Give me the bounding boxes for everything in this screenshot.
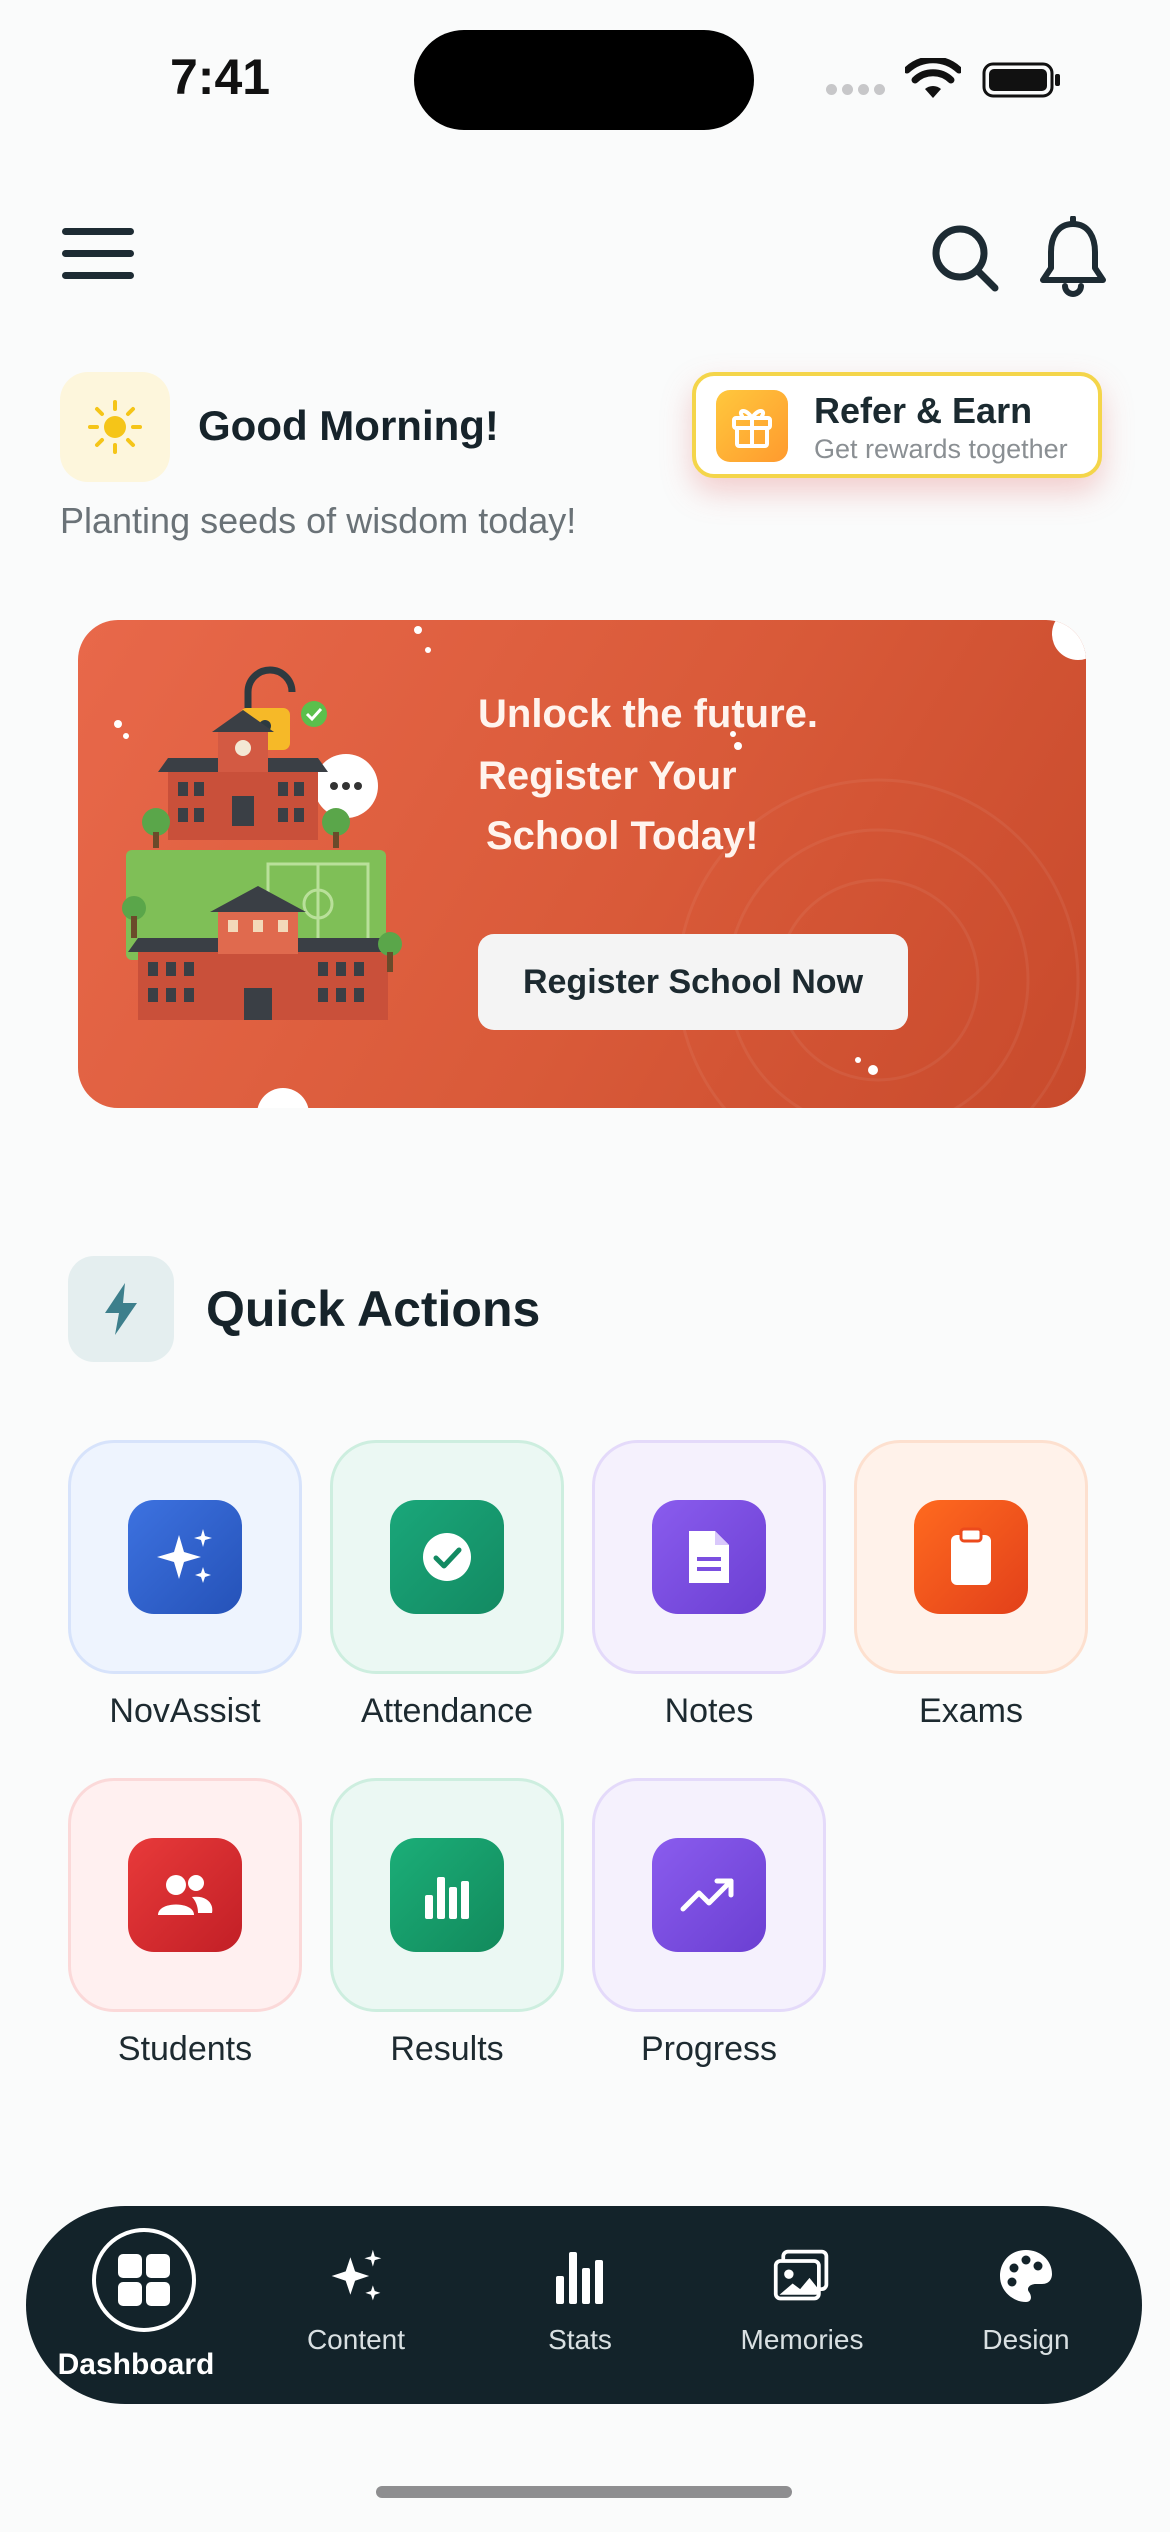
- lightning-icon-container: [68, 1256, 174, 1362]
- quick-action-label: Notes: [664, 1692, 754, 1730]
- quick-action-label: Results: [390, 2030, 504, 2068]
- quick-action-students[interactable]: [68, 1778, 302, 2012]
- cellular-signal-icon: [826, 82, 890, 100]
- nav-memories[interactable]: Memories: [702, 2206, 902, 2404]
- status-time: 7:41: [170, 49, 271, 105]
- nav-label: Dashboard: [57, 2348, 215, 2381]
- quick-action-label: Exams: [919, 1692, 1023, 1730]
- clipboard-icon: [951, 1527, 991, 1585]
- quick-action-label: Attendance: [360, 1692, 534, 1730]
- greeting-title: Good Morning!: [198, 402, 499, 449]
- bar-chart-icon: [425, 1877, 469, 1919]
- register-school-banner: Unlock the future. Register Your School …: [78, 620, 1086, 1108]
- register-school-button[interactable]: Register School Now: [478, 934, 908, 1030]
- refer-subtitle: Get rewards together: [814, 434, 1068, 464]
- nav-label: Content: [306, 2324, 406, 2355]
- battery-icon: [982, 62, 1060, 98]
- menu-button[interactable]: [62, 228, 134, 284]
- home-indicator: [376, 2486, 792, 2498]
- greeting-subtitle: Planting seeds of wisdom today!: [60, 500, 577, 541]
- refer-earn-button[interactable]: Refer & Earn Get rewards together: [692, 372, 1102, 478]
- bar-chart-icon: [556, 2252, 603, 2304]
- nav-dashboard[interactable]: Dashboard: [36, 2206, 236, 2404]
- search-button[interactable]: [925, 218, 1005, 298]
- grid-icon: [118, 2254, 170, 2306]
- photo-icon: [773, 2249, 829, 2301]
- quick-action-exams[interactable]: [854, 1440, 1088, 1674]
- hamburger-icon: [62, 228, 134, 235]
- nav-label: Memories: [740, 2324, 864, 2355]
- document-icon: [689, 1531, 729, 1583]
- nav-label: Design: [982, 2324, 1070, 2355]
- quick-action-attendance[interactable]: [330, 1440, 564, 1674]
- quick-action-notes[interactable]: [592, 1440, 826, 1674]
- banner-line-2: Register Your: [478, 754, 737, 798]
- sparkles-icon: [331, 2249, 382, 2301]
- nav-label: Stats: [548, 2324, 612, 2355]
- quick-action-label: NovAssist: [109, 1692, 261, 1730]
- nav-design[interactable]: Design: [926, 2206, 1126, 2404]
- check-circle-icon: [423, 1533, 471, 1581]
- sparkles-icon: [157, 1529, 212, 1583]
- quick-action-label: Progress: [640, 2030, 778, 2068]
- quick-actions-title: Quick Actions: [206, 1281, 541, 1337]
- nav-stats[interactable]: Stats: [480, 2206, 680, 2404]
- refer-title: Refer & Earn: [814, 390, 1033, 431]
- bottom-navigation: Dashboard Content Stats Memories Design: [26, 2206, 1142, 2404]
- sun-icon: [88, 400, 142, 454]
- notification-button[interactable]: [1035, 216, 1111, 300]
- quick-action-progress[interactable]: [592, 1778, 826, 2012]
- banner-line-1: Unlock the future.: [478, 692, 819, 736]
- trending-up-icon: [680, 1878, 734, 1912]
- quick-action-label: Students: [117, 2030, 253, 2068]
- dynamic-island: [414, 30, 754, 130]
- quick-action-results[interactable]: [330, 1778, 564, 2012]
- users-icon: [158, 1875, 213, 1915]
- palette-icon: [1000, 2250, 1052, 2302]
- sun-icon-container: [60, 372, 170, 482]
- nav-content[interactable]: Content: [256, 2206, 456, 2404]
- lightning-icon: [105, 1283, 137, 1335]
- banner-line-3: School Today!: [486, 814, 759, 858]
- quick-action-novassist[interactable]: [68, 1440, 302, 1674]
- gift-icon: [716, 390, 788, 462]
- wifi-icon: [905, 58, 961, 98]
- school-building-illustration: [122, 666, 402, 1020]
